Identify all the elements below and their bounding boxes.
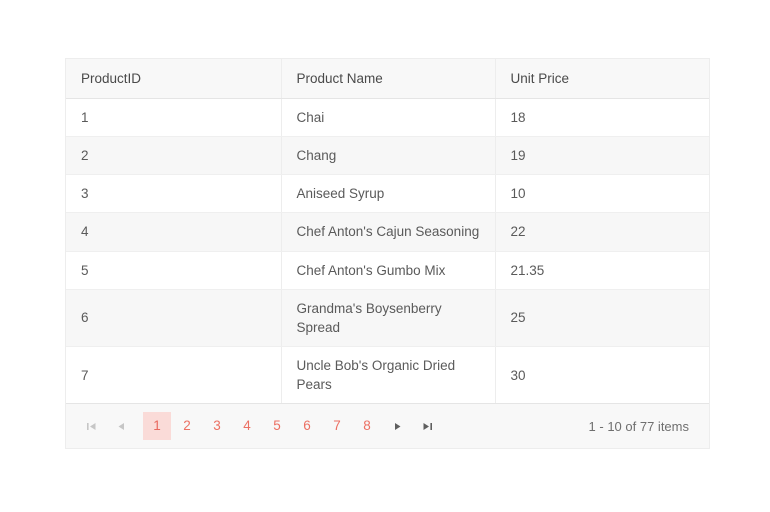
previous-page-icon <box>116 421 127 432</box>
cell-product-id: 2 <box>66 137 281 175</box>
cell-unit-price: 25 <box>495 289 709 346</box>
cell-product-id: 4 <box>66 213 281 251</box>
cell-product-name: Chai <box>281 99 495 137</box>
cell-unit-price: 30 <box>495 347 709 404</box>
page-canvas: ProductID Product Name Unit Price 1 Chai… <box>0 0 770 512</box>
next-page-icon <box>392 421 403 432</box>
cell-product-id: 3 <box>66 175 281 213</box>
table-body: 1 Chai 18 2 Chang 19 3 Aniseed Syrup 10 … <box>66 99 709 404</box>
pager-item-count: 1 - 10 of 77 items <box>589 419 689 434</box>
pager-controls: 1 2 3 4 5 6 7 8 <box>76 412 442 440</box>
next-page-button[interactable] <box>384 413 410 439</box>
pager-page-3[interactable]: 3 <box>203 412 231 440</box>
cell-product-name: Aniseed Syrup <box>281 175 495 213</box>
cell-product-name: Grandma's Boysenberry Spread <box>281 289 495 346</box>
cell-product-id: 6 <box>66 289 281 346</box>
pager-page-5[interactable]: 5 <box>263 412 291 440</box>
table-row[interactable]: 5 Chef Anton's Gumbo Mix 21.35 <box>66 251 709 289</box>
go-to-last-page-button[interactable] <box>414 413 440 439</box>
pager-page-1[interactable]: 1 <box>143 412 171 440</box>
cell-product-name: Uncle Bob's Organic Dried Pears <box>281 347 495 404</box>
pager-page-list: 1 2 3 4 5 6 7 8 <box>142 412 382 440</box>
table-row[interactable]: 2 Chang 19 <box>66 137 709 175</box>
pager-page-8[interactable]: 8 <box>353 412 381 440</box>
column-header-product-name[interactable]: Product Name <box>281 59 495 99</box>
data-grid: ProductID Product Name Unit Price 1 Chai… <box>65 58 710 449</box>
cell-unit-price: 19 <box>495 137 709 175</box>
column-header-product-id[interactable]: ProductID <box>66 59 281 99</box>
cell-unit-price: 21.35 <box>495 251 709 289</box>
pager-page-7[interactable]: 7 <box>323 412 351 440</box>
cell-unit-price: 22 <box>495 213 709 251</box>
cell-unit-price: 10 <box>495 175 709 213</box>
go-to-first-page-icon <box>86 421 97 432</box>
cell-product-name: Chef Anton's Cajun Seasoning <box>281 213 495 251</box>
table-row[interactable]: 1 Chai 18 <box>66 99 709 137</box>
table-row[interactable]: 6 Grandma's Boysenberry Spread 25 <box>66 289 709 346</box>
table-header: ProductID Product Name Unit Price <box>66 59 709 99</box>
go-to-last-page-icon <box>422 421 433 432</box>
cell-product-id: 1 <box>66 99 281 137</box>
cell-product-name: Chef Anton's Gumbo Mix <box>281 251 495 289</box>
column-header-unit-price[interactable]: Unit Price <box>495 59 709 99</box>
products-table: ProductID Product Name Unit Price 1 Chai… <box>66 59 709 403</box>
pager-page-4[interactable]: 4 <box>233 412 261 440</box>
table-header-row: ProductID Product Name Unit Price <box>66 59 709 99</box>
table-row[interactable]: 3 Aniseed Syrup 10 <box>66 175 709 213</box>
cell-unit-price: 18 <box>495 99 709 137</box>
cell-product-id: 7 <box>66 347 281 404</box>
cell-product-id: 5 <box>66 251 281 289</box>
pager-page-6[interactable]: 6 <box>293 412 321 440</box>
previous-page-button[interactable] <box>108 413 134 439</box>
go-to-first-page-button[interactable] <box>78 413 104 439</box>
pager-page-2[interactable]: 2 <box>173 412 201 440</box>
table-row[interactable]: 4 Chef Anton's Cajun Seasoning 22 <box>66 213 709 251</box>
cell-product-name: Chang <box>281 137 495 175</box>
grid-pager: 1 2 3 4 5 6 7 8 <box>66 403 709 448</box>
table-row[interactable]: 7 Uncle Bob's Organic Dried Pears 30 <box>66 347 709 404</box>
